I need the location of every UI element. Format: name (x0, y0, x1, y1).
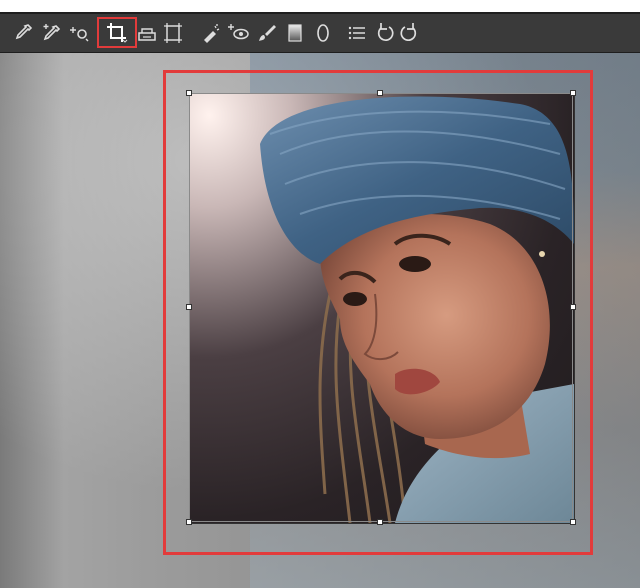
preferences-list-icon[interactable] (344, 20, 370, 46)
eyedropper-icon[interactable] (10, 20, 36, 46)
crop-area-highlight (163, 70, 593, 555)
crop-tool-highlight (97, 17, 137, 48)
radial-filter-icon[interactable] (310, 20, 336, 46)
color-sampler-icon[interactable] (38, 20, 64, 46)
tool-strip (0, 14, 640, 53)
straighten-icon[interactable] (134, 20, 160, 46)
graduated-filter-icon[interactable] (282, 20, 308, 46)
red-eye-icon[interactable] (226, 20, 252, 46)
transform-icon[interactable] (160, 20, 186, 46)
targeted-adjustment-icon[interactable] (66, 20, 92, 46)
adjustment-brush-icon[interactable] (254, 20, 280, 46)
rotate-left-icon[interactable] (372, 20, 398, 46)
rotate-right-icon[interactable] (396, 20, 422, 46)
spot-removal-icon[interactable] (198, 20, 224, 46)
window-top-strip (0, 0, 640, 14)
